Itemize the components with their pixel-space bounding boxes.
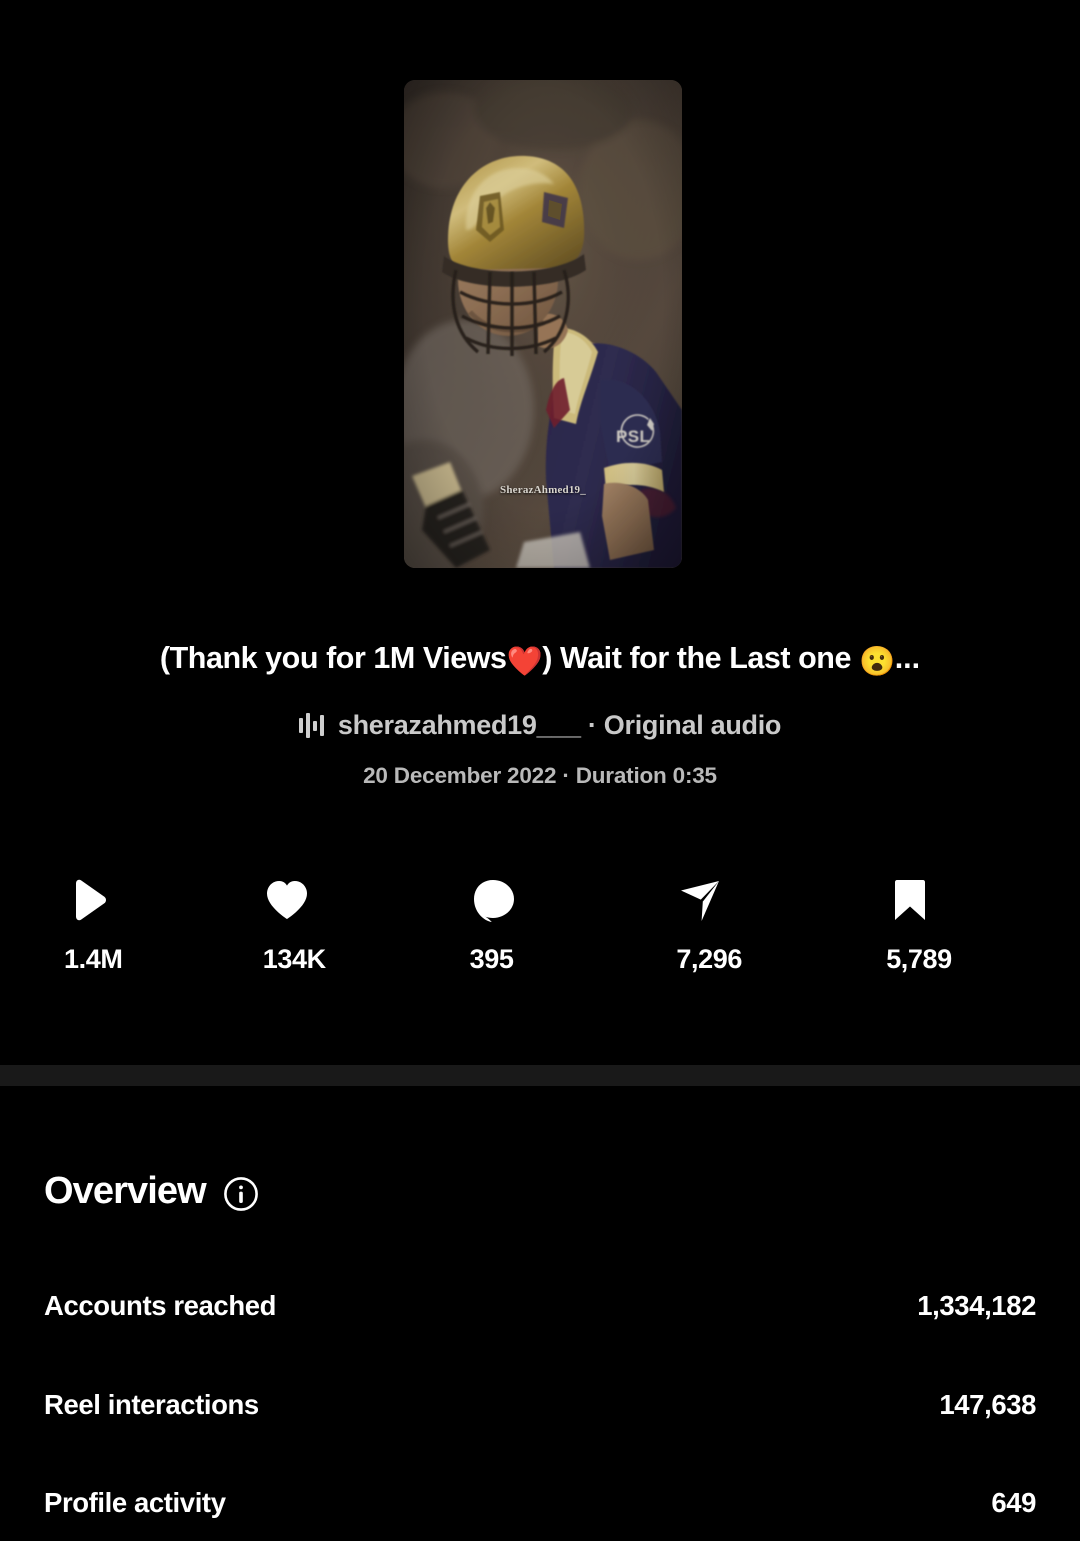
metric-plays[interactable]: 1.4M — [34, 876, 224, 975]
red-heart-emoji: ❤️ — [506, 646, 543, 678]
info-circle-icon[interactable] — [223, 1176, 259, 1212]
metric-shares[interactable]: 7,296 — [629, 876, 836, 975]
stat-row-accounts-reached[interactable]: Accounts reached 1,334,182 — [44, 1290, 1036, 1322]
stat-value: 1,334,182 — [917, 1290, 1036, 1321]
audio-attribution-label: sherazahmed19___ · Original audio — [337, 710, 782, 740]
stat-value: 147,638 — [939, 1389, 1036, 1420]
thumbnail-watermark: SherazAhmed19_ — [500, 484, 586, 496]
reel-thumbnail[interactable]: PSL — [404, 80, 682, 568]
bookmark-icon — [895, 880, 926, 920]
stat-value: 649 — [991, 1487, 1036, 1518]
metric-saves-value: 5,789 — [886, 944, 952, 974]
stat-label: Accounts reached — [44, 1290, 277, 1321]
reel-caption[interactable]: (Thank you for 1M Views❤️) Wait for the … — [0, 641, 1080, 679]
metric-comments[interactable]: 395 — [423, 876, 630, 975]
metric-comments-value: 395 — [469, 944, 514, 974]
reel-insights-screen: PSL — [0, 0, 1080, 1541]
surprised-face-emoji: 😮 — [859, 646, 895, 678]
overview-title: Overview — [44, 1170, 207, 1212]
engagement-metrics-row: 1.4M 134K 395 7,296 5,789 — [0, 876, 1080, 975]
overview-header: Overview — [44, 1170, 259, 1213]
stat-row-reel-interactions[interactable]: Reel interactions 147,638 — [44, 1389, 1036, 1421]
play-icon — [76, 879, 106, 921]
audio-attribution-row[interactable]: sherazahmed19___ · Original audio — [0, 710, 1080, 741]
metric-likes[interactable]: 134K — [224, 876, 423, 975]
metric-saves[interactable]: 5,789 — [836, 876, 1046, 975]
metric-plays-value: 1.4M — [64, 944, 123, 974]
caption-text-start: (Thank you for 1M Views — [159, 641, 507, 675]
share-icon — [681, 881, 720, 921]
comment-icon — [473, 880, 514, 922]
stat-row-profile-activity[interactable]: Profile activity 649 — [44, 1487, 1036, 1519]
metric-likes-value: 134K — [262, 944, 326, 974]
stat-label: Reel interactions — [44, 1389, 259, 1420]
metric-shares-value: 7,296 — [676, 944, 742, 974]
stat-label: Profile activity — [44, 1487, 226, 1518]
section-divider — [0, 1065, 1080, 1086]
audio-waveform-icon — [298, 712, 326, 740]
heart-icon — [266, 881, 307, 919]
caption-ellipsis[interactable]: ... — [895, 641, 920, 675]
post-meta-line: 20 December 2022 · Duration 0:35 — [363, 763, 717, 788]
caption-text-end: ) Wait for the Last one — [542, 641, 860, 675]
